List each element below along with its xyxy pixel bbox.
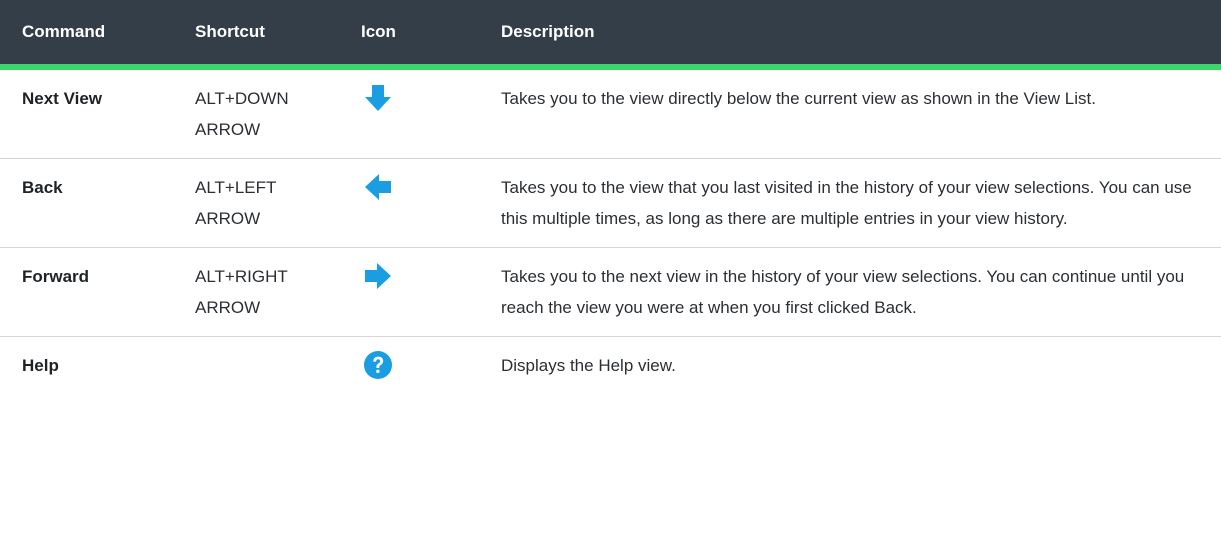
icon-cell	[339, 158, 479, 248]
arrow-left-icon	[363, 172, 393, 202]
command-cell: Back	[0, 158, 173, 248]
header-row: Command Shortcut Icon Description	[0, 0, 1221, 70]
shortcut-cell: ALT+DOWN ARROW	[173, 67, 339, 159]
header-description: Description	[479, 0, 1221, 70]
table-row: Forward ALT+RIGHT ARROW Takes you to the…	[0, 247, 1221, 337]
command-cell: Next View	[0, 67, 173, 159]
header-shortcut: Shortcut	[173, 0, 339, 70]
header-icon: Icon	[339, 0, 479, 70]
commands-table: Command Shortcut Icon Description Next V…	[0, 0, 1221, 394]
arrow-right-icon	[363, 261, 393, 291]
icon-cell	[339, 247, 479, 337]
table-row: Next View ALT+DOWN ARROW Takes you to th…	[0, 67, 1221, 159]
shortcut-cell: ALT+RIGHT ARROW	[173, 247, 339, 337]
table-body: Next View ALT+DOWN ARROW Takes you to th…	[0, 67, 1221, 394]
shortcut-cell	[173, 337, 339, 395]
description-cell: Takes you to the next view in the histor…	[479, 247, 1221, 337]
description-cell: Takes you to the view directly below the…	[479, 67, 1221, 159]
table-header: Command Shortcut Icon Description	[0, 0, 1221, 70]
command-cell: Forward	[0, 247, 173, 337]
header-command: Command	[0, 0, 173, 70]
help-icon	[363, 350, 393, 380]
arrow-down-icon	[363, 83, 393, 113]
description-cell: Displays the Help view.	[501, 356, 676, 375]
table-row: Help Displays the Help view.	[0, 337, 1221, 395]
command-cell: Help	[22, 356, 59, 375]
description-cell: Takes you to the view that you last visi…	[479, 158, 1221, 248]
icon-cell	[339, 67, 479, 159]
table-row: Back ALT+LEFT ARROW Takes you to the vie…	[0, 158, 1221, 248]
shortcut-cell: ALT+LEFT ARROW	[173, 158, 339, 248]
icon-cell	[339, 337, 479, 395]
